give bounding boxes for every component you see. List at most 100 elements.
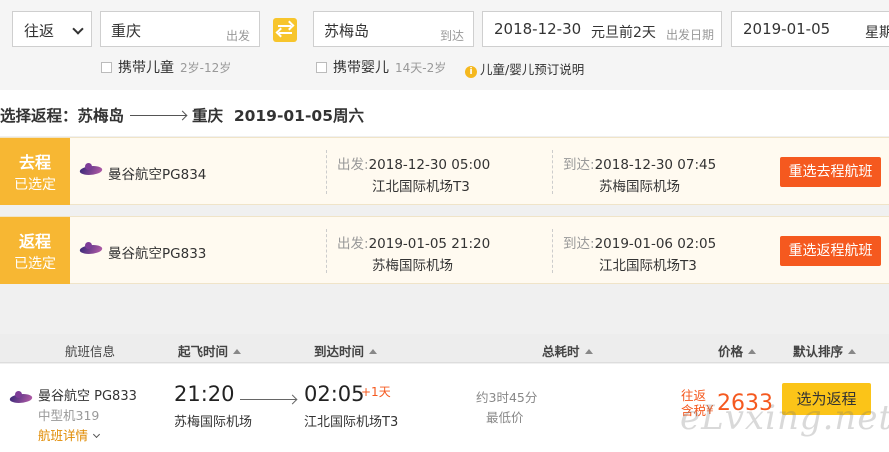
sort-arrive-time[interactable]: 到达时间 — [314, 341, 378, 360]
infant-label: 携带婴儿 — [333, 60, 389, 76]
flight-detail-link[interactable]: 航班详情 — [38, 425, 101, 444]
child-option[interactable]: 携带儿童 2岁-12岁 — [101, 57, 231, 77]
divider — [326, 150, 327, 194]
row-arrive-time: 02:05 — [304, 382, 365, 406]
child-checkbox[interactable] — [101, 62, 112, 73]
flight-list-header: 航班信息 起飞时间 到达时间 总耗时 价格 默认排序 — [0, 334, 889, 363]
return-weekday: 星期 — [865, 25, 889, 41]
selected-return: 返程 已选定 曼谷航空PG833 出发:2019-01-05 21:20 苏梅国… — [0, 216, 889, 284]
flight-number: 曼谷航空PG834 — [108, 167, 207, 183]
depart-label: 出发: — [337, 236, 369, 252]
sort-up-icon — [748, 349, 757, 354]
sort-up-icon — [584, 349, 593, 354]
sort-arrive-label: 到达时间 — [314, 344, 365, 359]
sort-price[interactable]: 价格 — [718, 341, 757, 360]
arrive-label: 到达: — [563, 157, 595, 173]
heading-prefix: 选择返程：苏梅岛 — [0, 107, 125, 125]
row-airline: 曼谷航空 PG833 — [38, 389, 137, 404]
arrive-info: 到达:2018-12-30 07:45 — [563, 153, 716, 173]
reselect-return-button[interactable]: 重选返程航班 — [780, 236, 881, 266]
return-heading: 选择返程：苏梅岛 重庆 2019-01-05周六 — [0, 90, 889, 136]
depart-time: 2019-01-05 21:20 — [368, 236, 491, 252]
sort-up-icon — [233, 349, 242, 354]
depart-date-value: 2018-12-30 — [494, 20, 582, 38]
trip-type-value: 往返 — [24, 22, 55, 40]
heading-date: 2019-01-05周六 — [233, 107, 364, 125]
info-icon: i — [465, 66, 477, 78]
sort-up-icon — [369, 349, 378, 354]
flight-detail-label: 航班详情 — [38, 428, 89, 443]
return-date-value: 2019-01-05 — [743, 20, 831, 38]
badge-title: 去程 — [18, 153, 51, 172]
divider — [326, 229, 327, 273]
child-label: 携带儿童 — [118, 60, 174, 76]
airline-logo-icon — [77, 242, 105, 258]
depart-date-input[interactable]: 2018-12-30 元旦前2天 出发日期 — [482, 11, 722, 47]
sort-default[interactable]: 默认排序 — [793, 341, 857, 360]
booking-info-link[interactable]: i 儿童/婴儿预订说明 — [465, 59, 584, 78]
chevron-down-icon — [92, 430, 101, 439]
return-badge: 返程 已选定 — [0, 217, 70, 284]
arrive-time: 2018-12-30 07:45 — [594, 157, 717, 173]
to-city-value: 苏梅岛 — [324, 22, 370, 40]
outbound-badge: 去程 已选定 — [0, 138, 70, 205]
sort-depart-time[interactable]: 起飞时间 — [178, 341, 242, 360]
watermark: eLvxing.net — [680, 398, 889, 438]
depart-info: 出发:2018-12-30 05:00 — [337, 153, 490, 173]
row-plane-type: 中型机319 — [38, 408, 100, 423]
arrive-time: 2019-01-06 02:05 — [594, 236, 717, 252]
badge-sub: 已选定 — [14, 256, 56, 272]
badge-title: 返程 — [18, 232, 51, 251]
depart-time: 2018-12-30 05:00 — [368, 157, 491, 173]
booking-info-label: 儿童/婴儿预订说明 — [480, 62, 585, 77]
next-day-badge: +1天 — [361, 385, 391, 399]
swap-arrows-icon-lower — [279, 32, 292, 34]
row-depart-airport: 苏梅国际机场 — [174, 415, 253, 430]
return-date-input[interactable]: 2019-01-05 星期 — [731, 11, 889, 47]
depart-label: 出发: — [337, 157, 369, 173]
badge-sub: 已选定 — [14, 177, 56, 193]
heading-dest: 重庆 — [192, 107, 224, 125]
sort-depart-label: 起飞时间 — [178, 344, 229, 359]
from-city-tag: 出发 — [225, 29, 250, 43]
col-flight-info: 航班信息 — [65, 344, 116, 359]
row-duration: 约3时45分 — [476, 390, 538, 405]
search-bar: 往返 重庆 出发 苏梅岛 到达 2018-12-30 元旦前2天 出发日期 20… — [0, 0, 889, 90]
divider — [552, 229, 553, 273]
airline-logo-icon — [77, 163, 105, 179]
infant-checkbox[interactable] — [316, 62, 327, 73]
route-arrow-icon — [240, 399, 296, 400]
depart-airport: 苏梅国际机场 — [372, 258, 453, 274]
arrive-info: 到达:2019-01-06 02:05 — [563, 232, 716, 252]
sort-default-label: 默认排序 — [793, 344, 844, 359]
depart-date-tag: 出发日期 — [665, 28, 714, 42]
flight-number: 曼谷航空PG833 — [108, 246, 207, 262]
sort-duration[interactable]: 总耗时 — [542, 341, 593, 360]
swap-cities-button[interactable] — [273, 18, 297, 42]
row-arrive-airport: 江北国际机场T3 — [304, 415, 399, 430]
infant-option[interactable]: 携带婴儿 14天-2岁 — [316, 57, 446, 77]
sort-up-icon — [848, 349, 857, 354]
arrive-label: 到达: — [563, 236, 595, 252]
chevron-down-icon — [72, 23, 84, 35]
trip-type-select[interactable]: 往返 — [12, 11, 92, 47]
lowest-price-tag: 最低价 — [486, 410, 524, 425]
from-city-input[interactable]: 重庆 出发 — [100, 11, 260, 47]
selected-outbound: 去程 已选定 曼谷航空PG834 出发:2018-12-30 05:00 江北国… — [0, 137, 889, 205]
reselect-outbound-button[interactable]: 重选去程航班 — [780, 157, 881, 187]
from-city-value: 重庆 — [111, 22, 142, 40]
arrive-airport: 江北国际机场T3 — [599, 258, 697, 274]
to-city-input[interactable]: 苏梅岛 到达 — [313, 11, 474, 47]
depart-airport: 江北国际机场T3 — [372, 179, 470, 195]
infant-age: 14天-2岁 — [395, 61, 447, 75]
depart-date-hint: 元旦前2天 — [591, 25, 656, 41]
child-age: 2岁-12岁 — [180, 61, 232, 75]
row-depart-time: 21:20 — [174, 382, 235, 406]
arrive-airport: 苏梅国际机场 — [599, 179, 680, 195]
page-title: 选择返程：苏梅岛 重庆 2019-01-05周六 — [0, 104, 364, 126]
sort-duration-label: 总耗时 — [542, 344, 580, 359]
sort-price-label: 价格 — [718, 344, 744, 359]
airline-logo-icon — [7, 391, 35, 407]
route-arrow-icon — [130, 115, 187, 116]
depart-info: 出发:2019-01-05 21:20 — [337, 232, 490, 252]
